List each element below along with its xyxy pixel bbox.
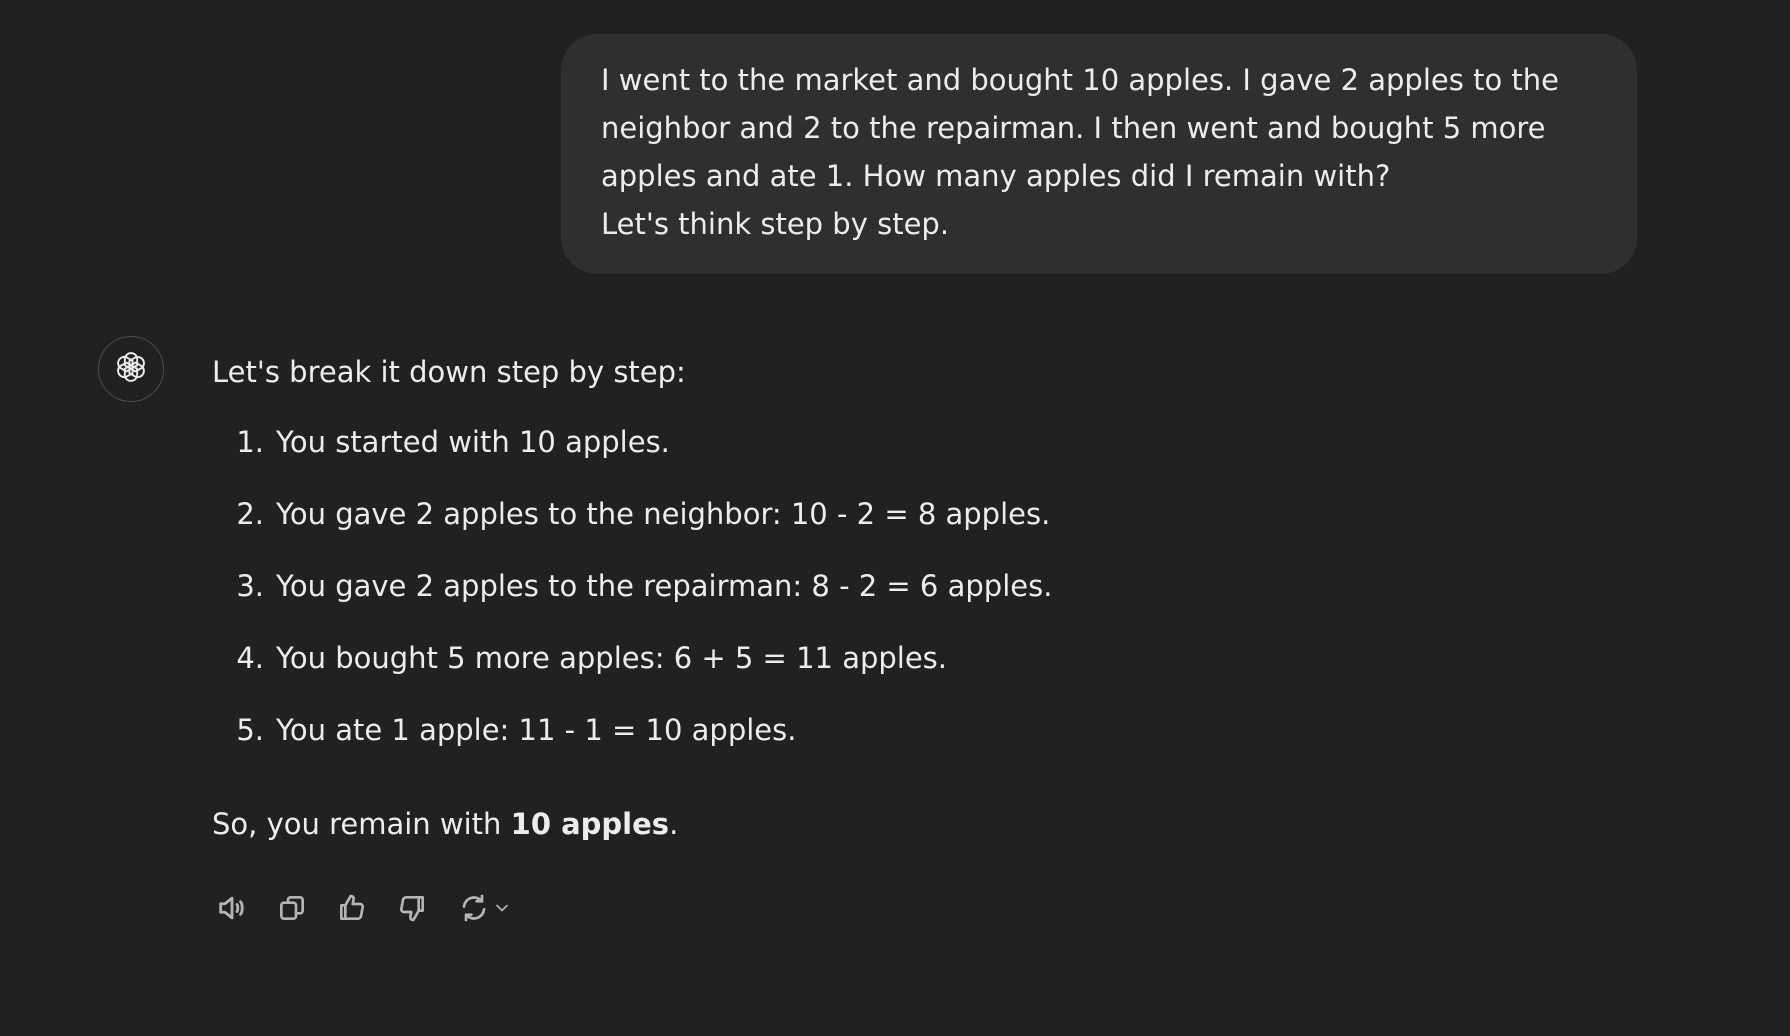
assistant-message: Let's break it down step by step: 1. You… — [212, 344, 1512, 852]
list-item: 3. You gave 2 apples to the repairman: 8… — [212, 558, 1512, 630]
list-item: 5. You ate 1 apple: 11 - 1 = 10 apples. — [212, 702, 1512, 774]
thumbs-up-button[interactable] — [332, 890, 372, 930]
assistant-avatar — [98, 336, 164, 402]
user-message-line: Let's think step by step. — [601, 207, 950, 241]
regenerate-icon — [458, 892, 490, 928]
step-number: 5. — [236, 713, 264, 747]
read-aloud-button[interactable] — [212, 890, 252, 930]
assistant-intro: Let's break it down step by step: — [212, 355, 686, 389]
read-aloud-icon — [215, 891, 249, 929]
step-text: You started with 10 apples. — [276, 425, 670, 459]
step-number: 2. — [236, 497, 264, 531]
conclusion-suffix: . — [669, 807, 679, 841]
list-item: 4. You bought 5 more apples: 6 + 5 = 11 … — [212, 630, 1512, 702]
step-number: 3. — [236, 569, 264, 603]
conclusion-prefix: So, you remain with — [212, 807, 511, 841]
step-text: You bought 5 more apples: 6 + 5 = 11 app… — [276, 641, 948, 675]
regenerate-button[interactable] — [452, 890, 518, 930]
chevron-down-icon — [492, 898, 512, 922]
list-item: 2. You gave 2 apples to the neighbor: 10… — [212, 486, 1512, 558]
step-text: You gave 2 apples to the repairman: 8 - … — [276, 569, 1053, 603]
thumbs-down-icon — [396, 892, 428, 928]
thumbs-up-icon — [336, 892, 368, 928]
user-message-line: I went to the market and bought 10 apple… — [601, 63, 1559, 97]
user-message-line: apples and ate 1. How many apples did I … — [601, 159, 1391, 193]
assistant-conclusion: So, you remain with 10 apples. — [212, 796, 1512, 852]
steps-list: 1. You started with 10 apples. 2. You ga… — [212, 414, 1512, 774]
step-number: 4. — [236, 641, 264, 675]
conclusion-answer: 10 apples — [510, 807, 670, 841]
copy-icon — [276, 892, 308, 928]
step-text: You gave 2 apples to the neighbor: 10 - … — [276, 497, 1051, 531]
copy-button[interactable] — [272, 890, 312, 930]
message-actions — [212, 890, 518, 930]
thumbs-down-button[interactable] — [392, 890, 432, 930]
step-text: You ate 1 apple: 11 - 1 = 10 apples. — [276, 713, 797, 747]
step-number: 1. — [236, 425, 264, 459]
user-message-bubble: I went to the market and bought 10 apple… — [561, 34, 1637, 274]
list-item: 1. You started with 10 apples. — [212, 414, 1512, 486]
openai-logo-icon — [112, 348, 150, 390]
user-message-line: neighbor and 2 to the repairman. I then … — [601, 111, 1546, 145]
